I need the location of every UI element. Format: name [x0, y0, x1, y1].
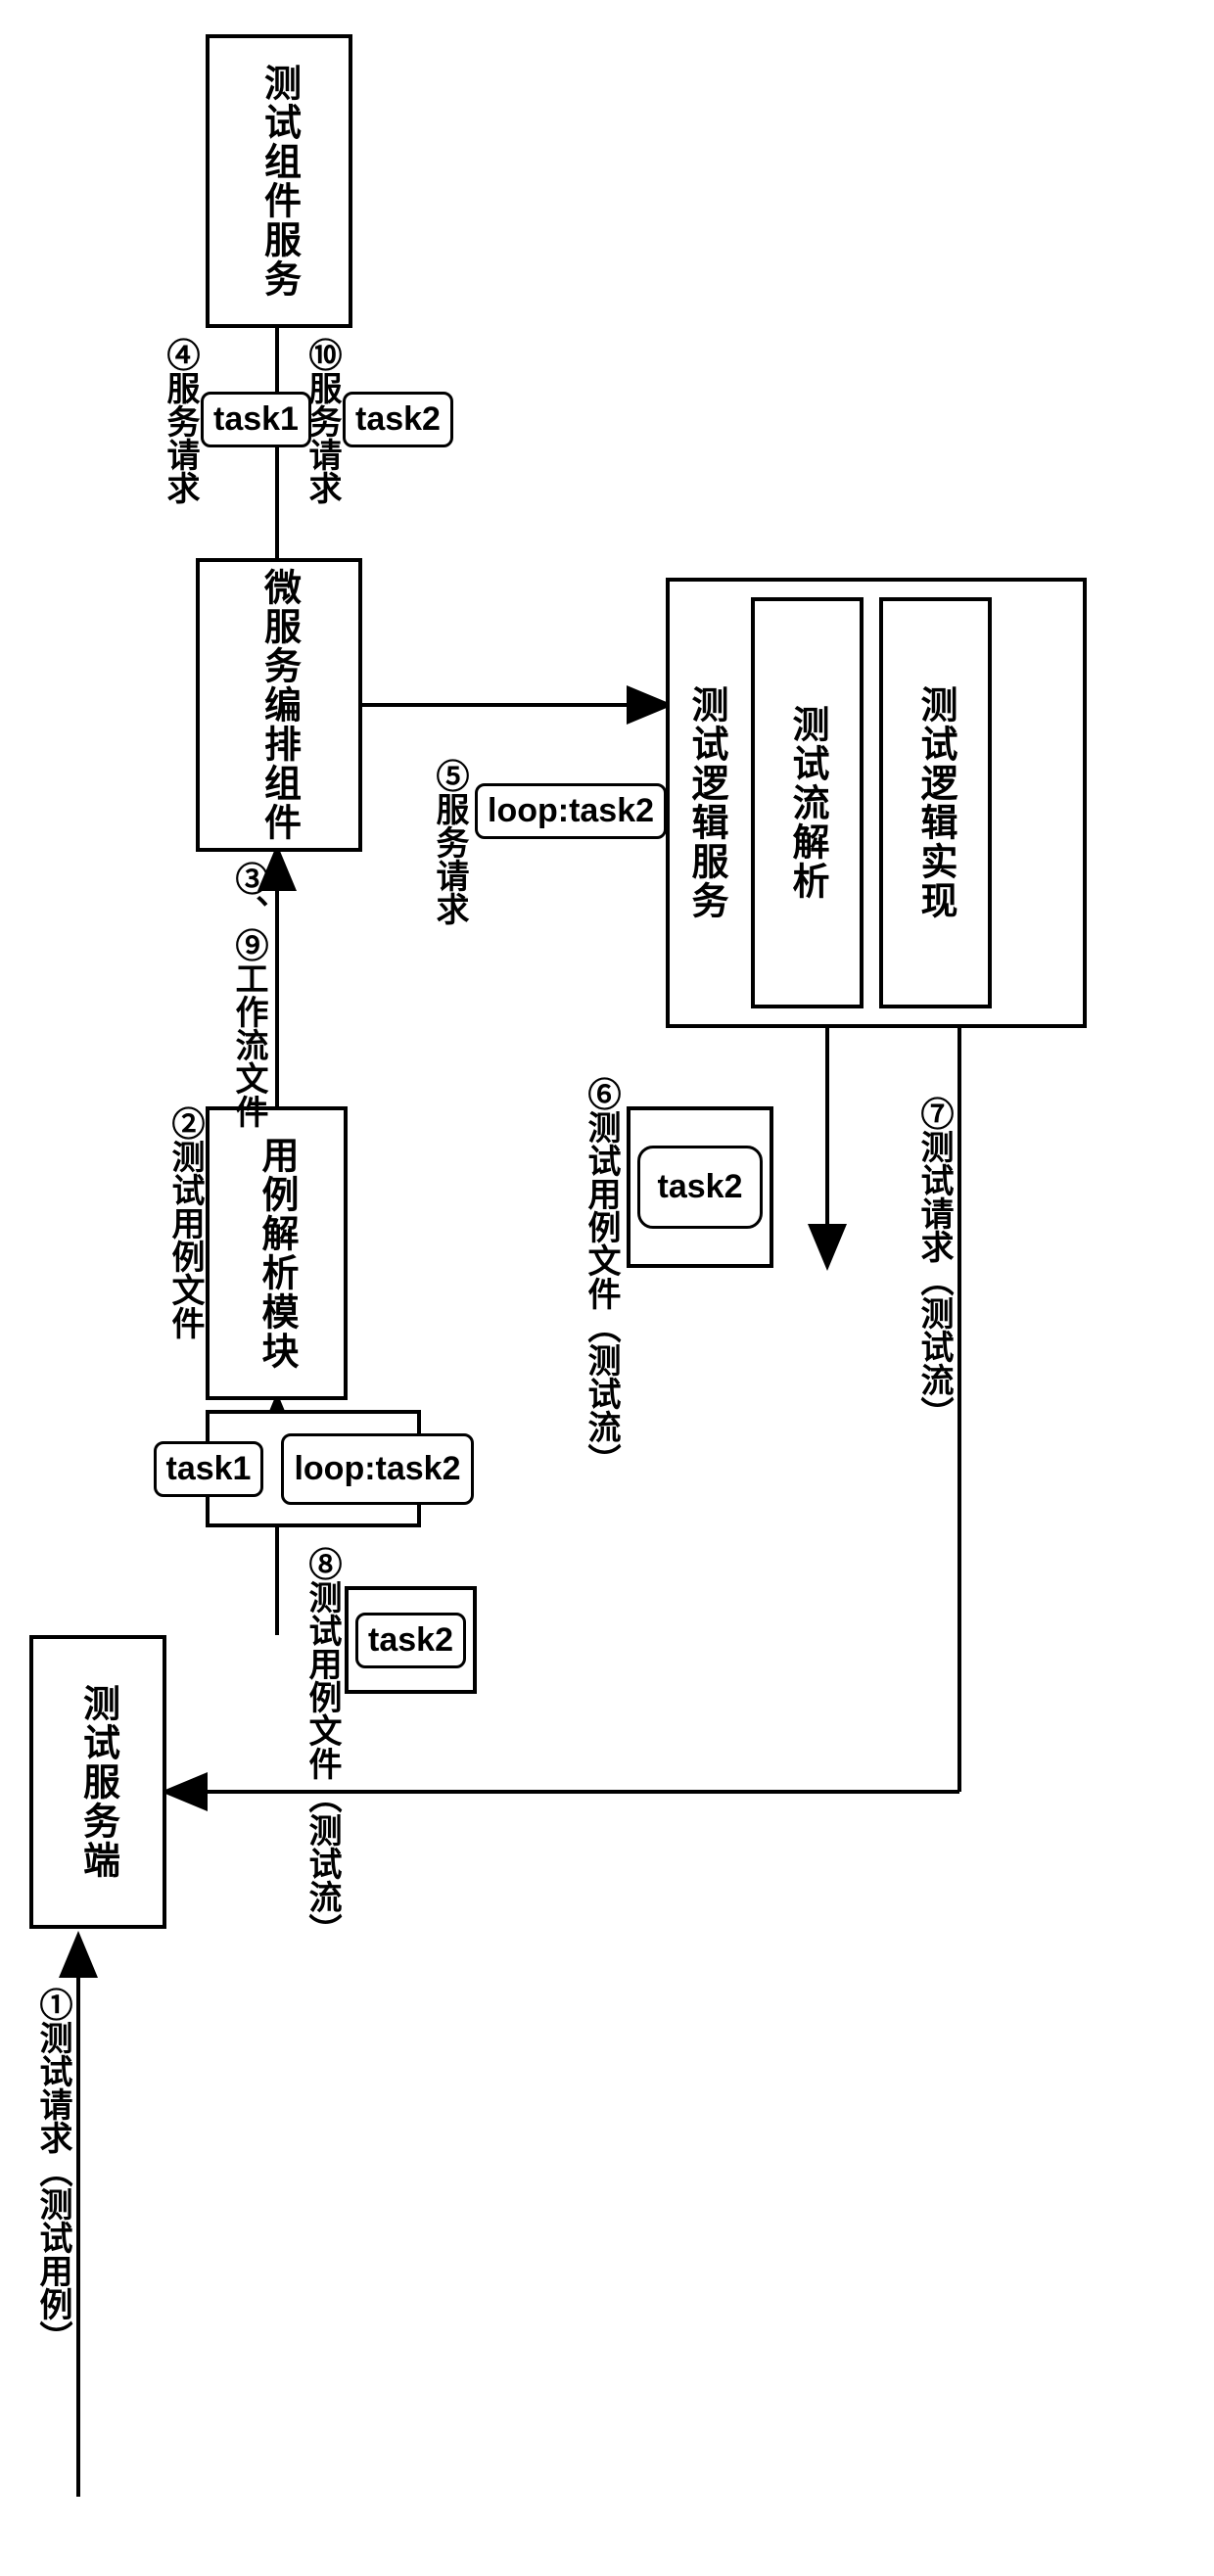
test-component-service-label: 测试组件服务	[253, 64, 306, 299]
test-logic-service-label: 测试逻辑服务	[679, 685, 733, 920]
test-flow-parse-label: 测试流解析	[780, 705, 834, 901]
step5-label: ⑤服务请求	[426, 759, 474, 925]
step4-task1-wrap: task1	[201, 392, 311, 447]
step10-label: ⑩服务请求	[299, 338, 347, 504]
step4-label: ④服务请求	[157, 338, 205, 504]
test-logic-service-box: 测试逻辑服务 测试流解析 测试逻辑实现	[666, 578, 1087, 1028]
test-server-label: 测试服务端	[71, 1684, 125, 1880]
step2-label: ②测试用例文件	[162, 1106, 210, 1339]
step8-label: ⑧测试用例文件（测试流）	[299, 1547, 347, 1946]
step5-loop-task2: loop:task2	[475, 783, 667, 839]
step10-task2-wrap: task2	[343, 392, 453, 447]
test-flow-parse-box: 测试流解析	[751, 597, 864, 1008]
step2-file-box: task1 loop:task2	[206, 1410, 421, 1527]
test-logic-impl-box: 测试逻辑实现	[879, 597, 992, 1008]
step2-loop-task2: loop:task2	[281, 1433, 473, 1505]
test-component-service-box: 测试组件服务	[206, 34, 352, 328]
orchestration-label: 微服务编排组件	[253, 568, 306, 842]
step1-label: ①测试请求（测试用例）	[29, 1988, 77, 2354]
step8-file-box: task2	[345, 1586, 477, 1694]
step2-task1: task1	[154, 1441, 264, 1497]
step6-label: ⑥测试用例文件（测试流）	[578, 1077, 626, 1476]
test-server-box: 测试服务端	[29, 1635, 166, 1929]
step6-task2: task2	[637, 1146, 764, 1229]
orchestration-box: 微服务编排组件	[196, 558, 362, 852]
step5-loop-task2-wrap: loop:task2	[475, 783, 667, 839]
case-parser-label: 用例解析模块	[250, 1136, 304, 1371]
step10-task2: task2	[343, 392, 453, 447]
test-logic-impl-label: 测试逻辑实现	[909, 685, 962, 920]
step3-9-label: ③、⑨工作流文件	[225, 862, 273, 1128]
step7-label: ⑦测试请求（测试流）	[910, 1097, 958, 1429]
step8-task2: task2	[355, 1613, 466, 1668]
step6-file-box: task2	[627, 1106, 773, 1268]
step4-task1: task1	[201, 392, 311, 447]
case-parser-box: 用例解析模块	[206, 1106, 348, 1400]
